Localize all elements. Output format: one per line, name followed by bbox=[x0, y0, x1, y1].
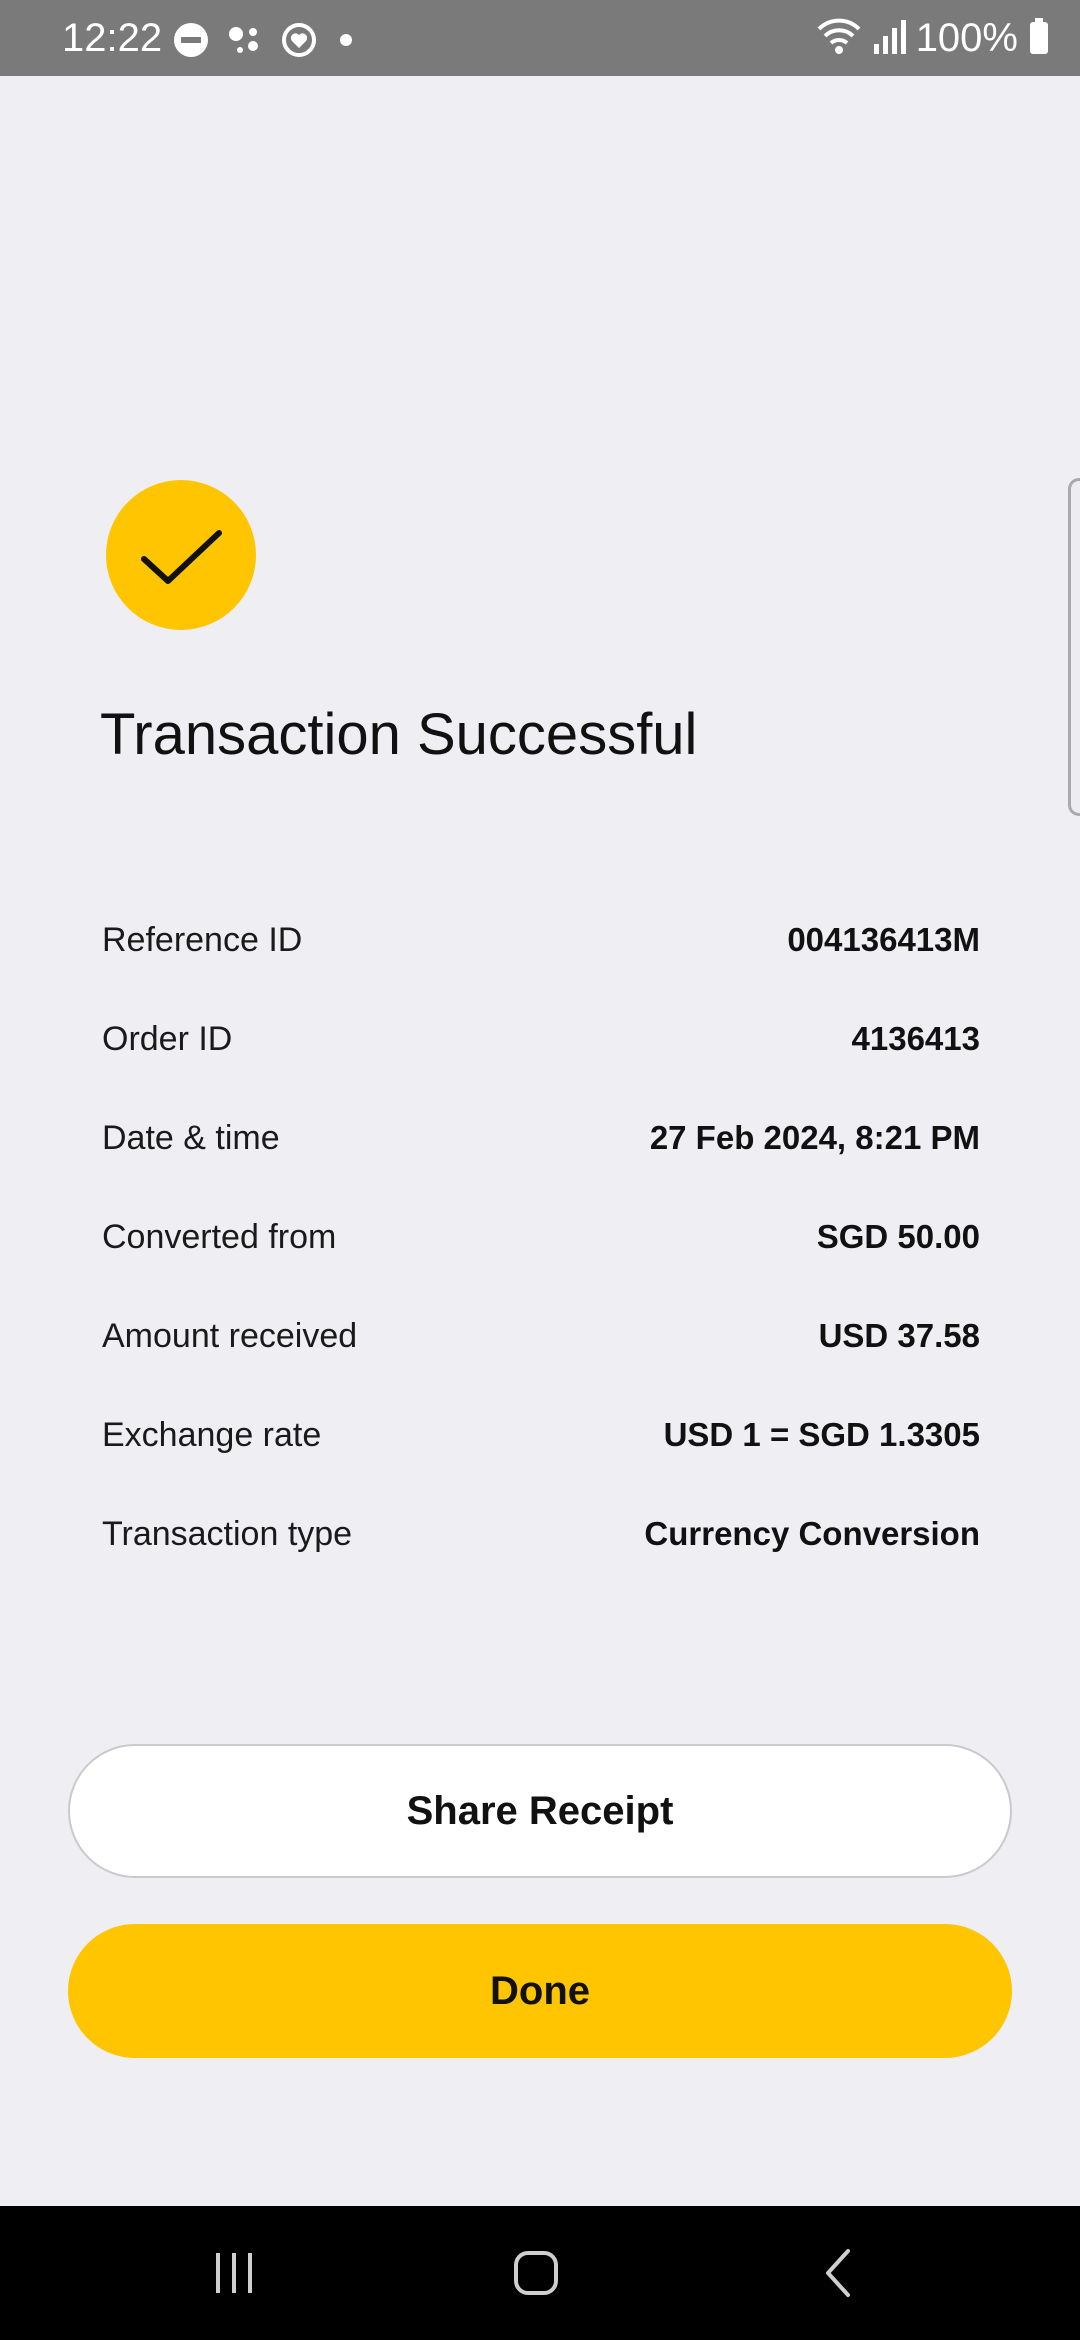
battery-percent: 100% bbox=[915, 16, 1018, 60]
detail-row-reference-id: Reference ID 004136413M bbox=[102, 905, 980, 1004]
do-not-disturb-icon bbox=[172, 21, 210, 64]
status-right: 100% bbox=[816, 14, 1050, 62]
home-button[interactable] bbox=[486, 2226, 586, 2320]
wifi-icon bbox=[816, 16, 862, 61]
detail-value: SGD 50.00 bbox=[816, 1218, 980, 1255]
detail-value: 4136413 bbox=[851, 1020, 980, 1057]
share-receipt-button[interactable]: Share Receipt bbox=[68, 1744, 1012, 1878]
detail-label: Amount received bbox=[102, 1317, 358, 1355]
detail-row-exchange-rate: Exchange rate USD 1 = SGD 1.3305 bbox=[102, 1400, 980, 1499]
battery-icon bbox=[1028, 16, 1050, 61]
detail-label: Exchange rate bbox=[102, 1416, 322, 1454]
status-time: 12:22 bbox=[62, 16, 163, 60]
status-bar: 12:22 100% bbox=[0, 0, 1080, 76]
transaction-details: Reference ID 004136413M Order ID 4136413… bbox=[102, 905, 980, 1598]
detail-row-transaction-type: Transaction type Currency Conversion bbox=[102, 1499, 980, 1598]
detail-row-order-id: Order ID 4136413 bbox=[102, 1004, 980, 1103]
detail-row-date-time: Date & time 27 Feb 2024, 8:21 PM bbox=[102, 1103, 980, 1202]
home-icon bbox=[514, 2251, 558, 2295]
detail-value: 004136413M bbox=[787, 921, 980, 958]
done-button[interactable]: Done bbox=[68, 1924, 1012, 2058]
detail-label: Order ID bbox=[102, 1020, 233, 1058]
navigation-bar bbox=[0, 2206, 1080, 2340]
signal-icon bbox=[872, 16, 906, 61]
heart-sync-icon bbox=[280, 21, 318, 64]
detail-value: USD 1 = SGD 1.3305 bbox=[663, 1416, 980, 1453]
checkmark-icon bbox=[141, 530, 222, 584]
status-left-icons bbox=[172, 22, 358, 62]
edge-panel-handle[interactable] bbox=[1068, 478, 1080, 816]
detail-row-converted-from: Converted from SGD 50.00 bbox=[102, 1202, 980, 1301]
detail-label: Converted from bbox=[102, 1218, 337, 1256]
detail-value: 27 Feb 2024, 8:21 PM bbox=[649, 1119, 980, 1156]
detail-row-amount-received: Amount received USD 37.58 bbox=[102, 1301, 980, 1400]
success-badge bbox=[106, 480, 256, 630]
back-button[interactable] bbox=[790, 2226, 890, 2320]
page-title: Transaction Successful bbox=[100, 702, 698, 767]
notification-dot-icon bbox=[334, 21, 358, 64]
recent-apps-icon bbox=[216, 2253, 252, 2293]
detail-value: USD 37.58 bbox=[818, 1317, 980, 1354]
detail-value: Currency Conversion bbox=[644, 1515, 980, 1552]
detail-label: Reference ID bbox=[102, 921, 303, 959]
back-icon bbox=[826, 2249, 850, 2297]
dots-icon bbox=[226, 21, 264, 64]
recent-apps-button[interactable] bbox=[184, 2226, 284, 2320]
detail-label: Transaction type bbox=[102, 1515, 353, 1553]
detail-label: Date & time bbox=[102, 1119, 280, 1157]
